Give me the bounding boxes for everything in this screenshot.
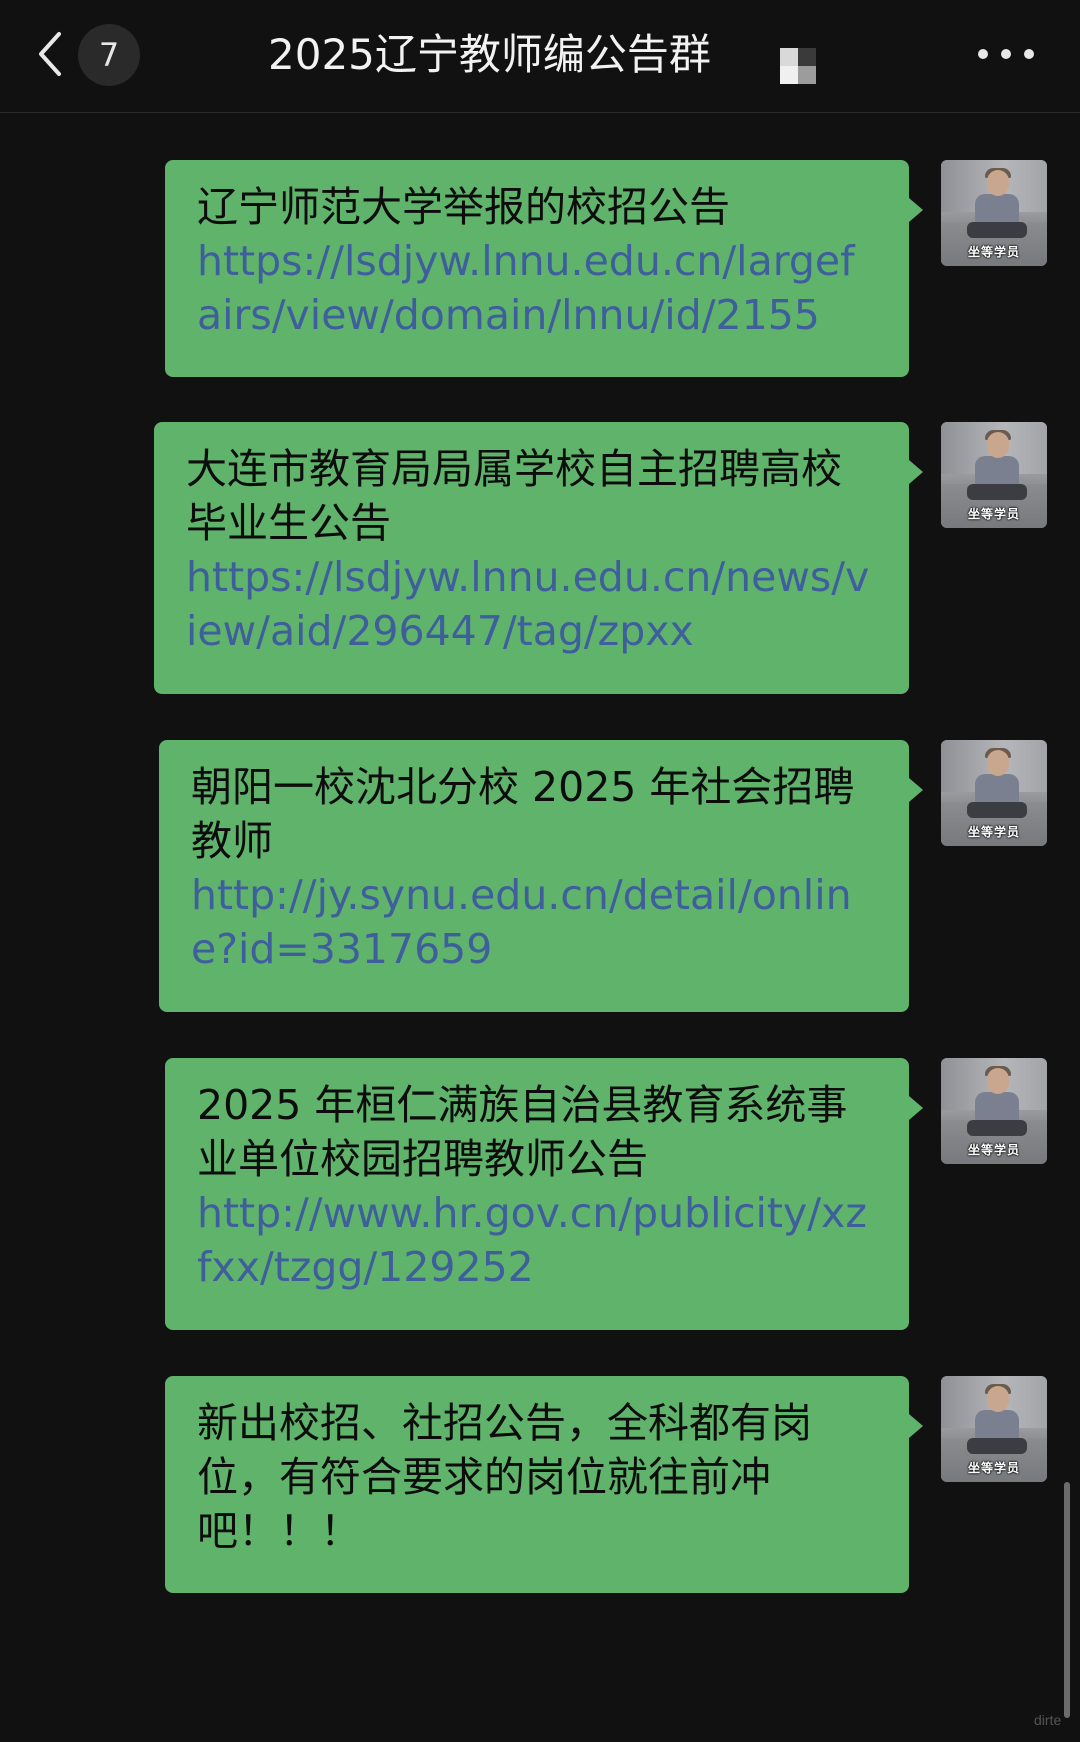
avatar-caption: 坐等学员 [967,825,1020,839]
more-dots-icon [978,49,988,59]
message-text: 2025 年桓仁满族自治县教育系统事业单位校园招聘教师公告 [197,1081,848,1183]
message-text: 朝阳一校沈北分校 2025 年社会招聘教师 [191,763,855,865]
avatar[interactable]: 坐等学员 [941,1376,1047,1482]
chat-header: 7 2025辽宁教师编公告群 [0,0,1080,113]
more-button[interactable] [978,36,1034,72]
avatar[interactable]: 坐等学员 [941,422,1047,528]
message-text: 辽宁师范大学举报的校招公告 [197,183,730,231]
avatar[interactable]: 坐等学员 [941,160,1047,266]
watermark: dirte [1034,1712,1062,1728]
back-button[interactable] [28,28,72,80]
message-bubble[interactable]: 朝阳一校沈北分校 2025 年社会招聘教师 http://jy.synu.edu… [159,740,923,1012]
unread-count-badge[interactable]: 7 [78,24,140,86]
avatar-caption: 坐等学员 [967,507,1020,521]
avatar[interactable]: 坐等学员 [941,740,1047,846]
message-link[interactable]: https://lsdjyw.lnnu.edu.cn/news/view/aid… [186,550,879,658]
message-text: 大连市教育局局属学校自主招聘高校毕业生公告 [186,445,842,547]
message-link[interactable]: http://jy.synu.edu.cn/detail/online?id=3… [191,868,879,976]
chat-title[interactable]: 2025辽宁教师编公告群 [268,26,746,84]
message-bubble[interactable]: 辽宁师范大学举报的校招公告 https://lsdjyw.lnnu.edu.cn… [165,160,923,377]
message-bubble[interactable]: 大连市教育局局属学校自主招聘高校毕业生公告 https://lsdjyw.lnn… [154,422,923,694]
avatar-caption: 坐等学员 [967,1143,1020,1157]
message-text: 新出校招、社招公告，全科都有岗位，有符合要求的岗位就往前冲吧！！！ [197,1399,812,1555]
message-link[interactable]: http://www.hr.gov.cn/publicity/xzfxx/tzg… [197,1186,879,1294]
chevron-left-icon [39,32,61,76]
scrollbar[interactable] [1064,1482,1070,1718]
avatar-caption: 坐等学员 [967,1461,1020,1475]
avatar[interactable]: 坐等学员 [941,1058,1047,1164]
message-bubble[interactable]: 2025 年桓仁满族自治县教育系统事业单位校园招聘教师公告 http://www… [165,1058,923,1330]
message-link[interactable]: https://lsdjyw.lnnu.edu.cn/largefairs/vi… [197,234,879,342]
avatar-caption: 坐等学员 [967,245,1020,259]
mosaic-icon [780,48,816,84]
message-bubble[interactable]: 新出校招、社招公告，全科都有岗位，有符合要求的岗位就往前冲吧！！！ [165,1376,923,1593]
